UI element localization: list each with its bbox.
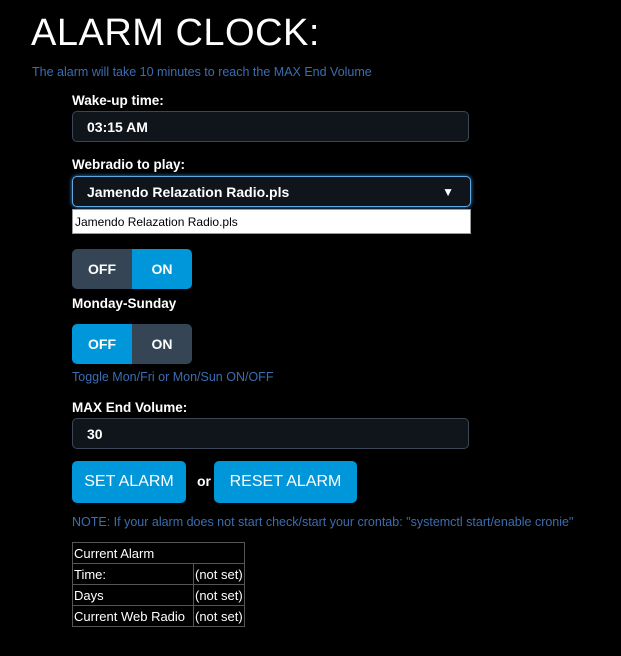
row-label: Time:	[72, 563, 194, 585]
subtitle: The alarm will take 10 minutes to reach …	[32, 65, 372, 79]
wakeup-time-input[interactable]: 03:15 AM	[72, 111, 469, 142]
crontab-note: NOTE: If your alarm does not start check…	[72, 515, 574, 529]
row-value: (not set)	[193, 563, 245, 585]
dropdown-arrow-icon: ▼	[442, 184, 454, 199]
mon-sun-label: Monday-Sunday	[72, 296, 177, 311]
current-alarm-table: Current Alarm Time: (not set) Days (not se…	[72, 542, 245, 627]
row-value: (not set)	[193, 584, 245, 606]
reset-alarm-button[interactable]: RESET ALARM	[214, 461, 357, 503]
table-row: Time: (not set)	[72, 563, 245, 585]
table-header-row: Current Alarm	[72, 542, 245, 564]
mon-sun-toggle[interactable]: OFF ON	[72, 324, 192, 364]
table-row: Current Web Radio (not set)	[72, 605, 245, 627]
volume-value: 30	[87, 425, 103, 442]
or-text: or	[197, 473, 211, 489]
row-label: Current Web Radio	[72, 605, 194, 627]
mon-fri-toggle[interactable]: OFF ON	[72, 249, 192, 289]
volume-input[interactable]: 30	[72, 418, 469, 449]
wakeup-label: Wake-up time:	[72, 93, 164, 108]
table-header: Current Alarm	[72, 542, 245, 564]
webradio-selected: Jamendo Relazation Radio.pls	[87, 183, 290, 200]
page-title: ALARM CLOCK:	[31, 12, 320, 54]
row-value: (not set)	[193, 605, 245, 627]
row-label: Days	[72, 584, 194, 606]
toggle-off[interactable]: OFF	[72, 249, 132, 289]
volume-label: MAX End Volume:	[72, 400, 188, 415]
webradio-label: Webradio to play:	[72, 157, 186, 172]
table-row: Days (not set)	[72, 584, 245, 606]
set-alarm-button[interactable]: SET ALARM	[72, 461, 186, 503]
toggle-on[interactable]: ON	[132, 249, 192, 289]
toggle-hint: Toggle Mon/Fri or Mon/Sun ON/OFF	[72, 370, 274, 384]
toggle-on[interactable]: ON	[132, 324, 192, 364]
webradio-option[interactable]: Jamendo Relazation Radio.pls	[72, 209, 471, 234]
toggle-off[interactable]: OFF	[72, 324, 132, 364]
wakeup-time-value: 03:15 AM	[87, 118, 148, 135]
option-label: Jamendo Relazation Radio.pls	[75, 214, 238, 229]
webradio-select[interactable]: Jamendo Relazation Radio.pls ▼	[72, 176, 471, 207]
